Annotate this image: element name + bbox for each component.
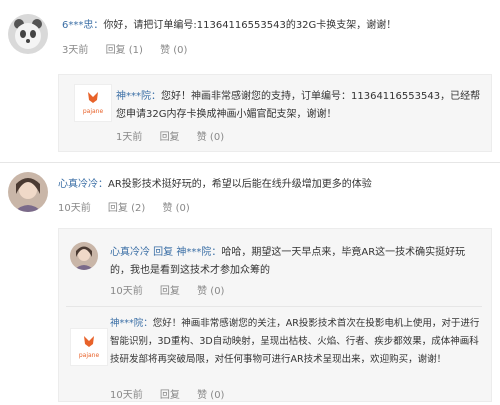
brand-logo: pajane — [70, 328, 108, 366]
user-photo-avatar-icon — [70, 242, 98, 270]
reply-time: 1天前 — [116, 132, 143, 143]
fox-logo-icon — [84, 336, 94, 347]
reply-text: 您好！神画非常感谢您的支持，订单编号：11364116553543，已经帮您申请… — [116, 91, 481, 120]
reply-user[interactable]: 神***院： — [116, 91, 161, 102]
like-button[interactable]: 赞 (0) — [197, 286, 224, 297]
reply-body: 神***院：您好！神画非常感谢您的关注，AR投影技术首次在投影电机上使用，对于进… — [110, 315, 486, 369]
divider — [66, 306, 482, 307]
panda-avatar-icon — [8, 14, 48, 54]
reply-button[interactable]: 回复 — [160, 132, 180, 143]
like-button[interactable]: 赞 (0) — [197, 390, 224, 401]
user-photo-avatar-icon — [8, 172, 48, 212]
comment-text: 你好，请把订单编号:11364116553543的32G卡换支架，谢谢！ — [103, 20, 397, 31]
reply-time: 10天前 — [110, 286, 143, 297]
reply-button[interactable]: 回复 (2) — [108, 203, 145, 214]
comment-meta: 3天前 回复 (1) 赞 (0) — [62, 41, 201, 56]
avatar[interactable] — [70, 242, 98, 270]
like-button[interactable]: 赞 (0) — [162, 203, 189, 214]
reply-button[interactable]: 回复 — [160, 390, 180, 401]
reply-button[interactable]: 回复 — [160, 286, 180, 297]
comment-time: 10天前 — [58, 203, 91, 214]
reply-body: 神***院：您好！神画非常感谢您的支持，订单编号：11364116553543，… — [116, 88, 488, 124]
comment-meta: 10天前 回复 (2) 赞 (0) — [58, 199, 204, 214]
reply-text: 您好！神画非常感谢您的关注，AR投影技术首次在投影电机上使用，对于进行智能识别，… — [110, 318, 480, 365]
avatar[interactable] — [8, 172, 48, 212]
logo-text: pajane — [78, 352, 100, 359]
like-button[interactable]: 赞 (0) — [197, 132, 224, 143]
comment-user[interactable]: 心真冷冷： — [58, 179, 108, 190]
reply-user[interactable]: 心真冷冷 回复 神***院： — [110, 247, 221, 258]
fox-logo-icon — [88, 92, 98, 103]
reply-meta: 10天前 回复 赞 (0) — [110, 282, 238, 297]
brand-logo: pajane — [74, 84, 112, 122]
like-button[interactable]: 赞 (0) — [160, 45, 187, 56]
comment-user[interactable]: 6***忠： — [62, 20, 103, 31]
comment-text: AR投影技术挺好玩的，希望以后能在线升级增加更多的体验 — [108, 179, 372, 190]
comment-1-body: 6***忠：你好，请把订单编号:11364116553543的32G卡换支架，谢… — [62, 17, 492, 35]
reply-time: 10天前 — [110, 390, 143, 401]
reply-button[interactable]: 回复 (1) — [106, 45, 143, 56]
reply-meta: 1天前 回复 赞 (0) — [116, 128, 238, 143]
avatar[interactable] — [8, 14, 48, 54]
reply-user[interactable]: 神***院： — [110, 318, 153, 329]
logo-text: pajane — [82, 108, 104, 115]
comment-time: 3天前 — [62, 45, 89, 56]
reply-body: 心真冷冷 回复 神***院：哈哈，期望这一天早点来，毕竟AR这一技术确实挺好玩的… — [110, 244, 480, 280]
comment-2-body: 心真冷冷：AR投影技术挺好玩的，希望以后能在线升级增加更多的体验 — [58, 176, 488, 194]
divider — [0, 162, 500, 163]
reply-meta: 10天前 回复 赞 (0) — [110, 386, 238, 401]
